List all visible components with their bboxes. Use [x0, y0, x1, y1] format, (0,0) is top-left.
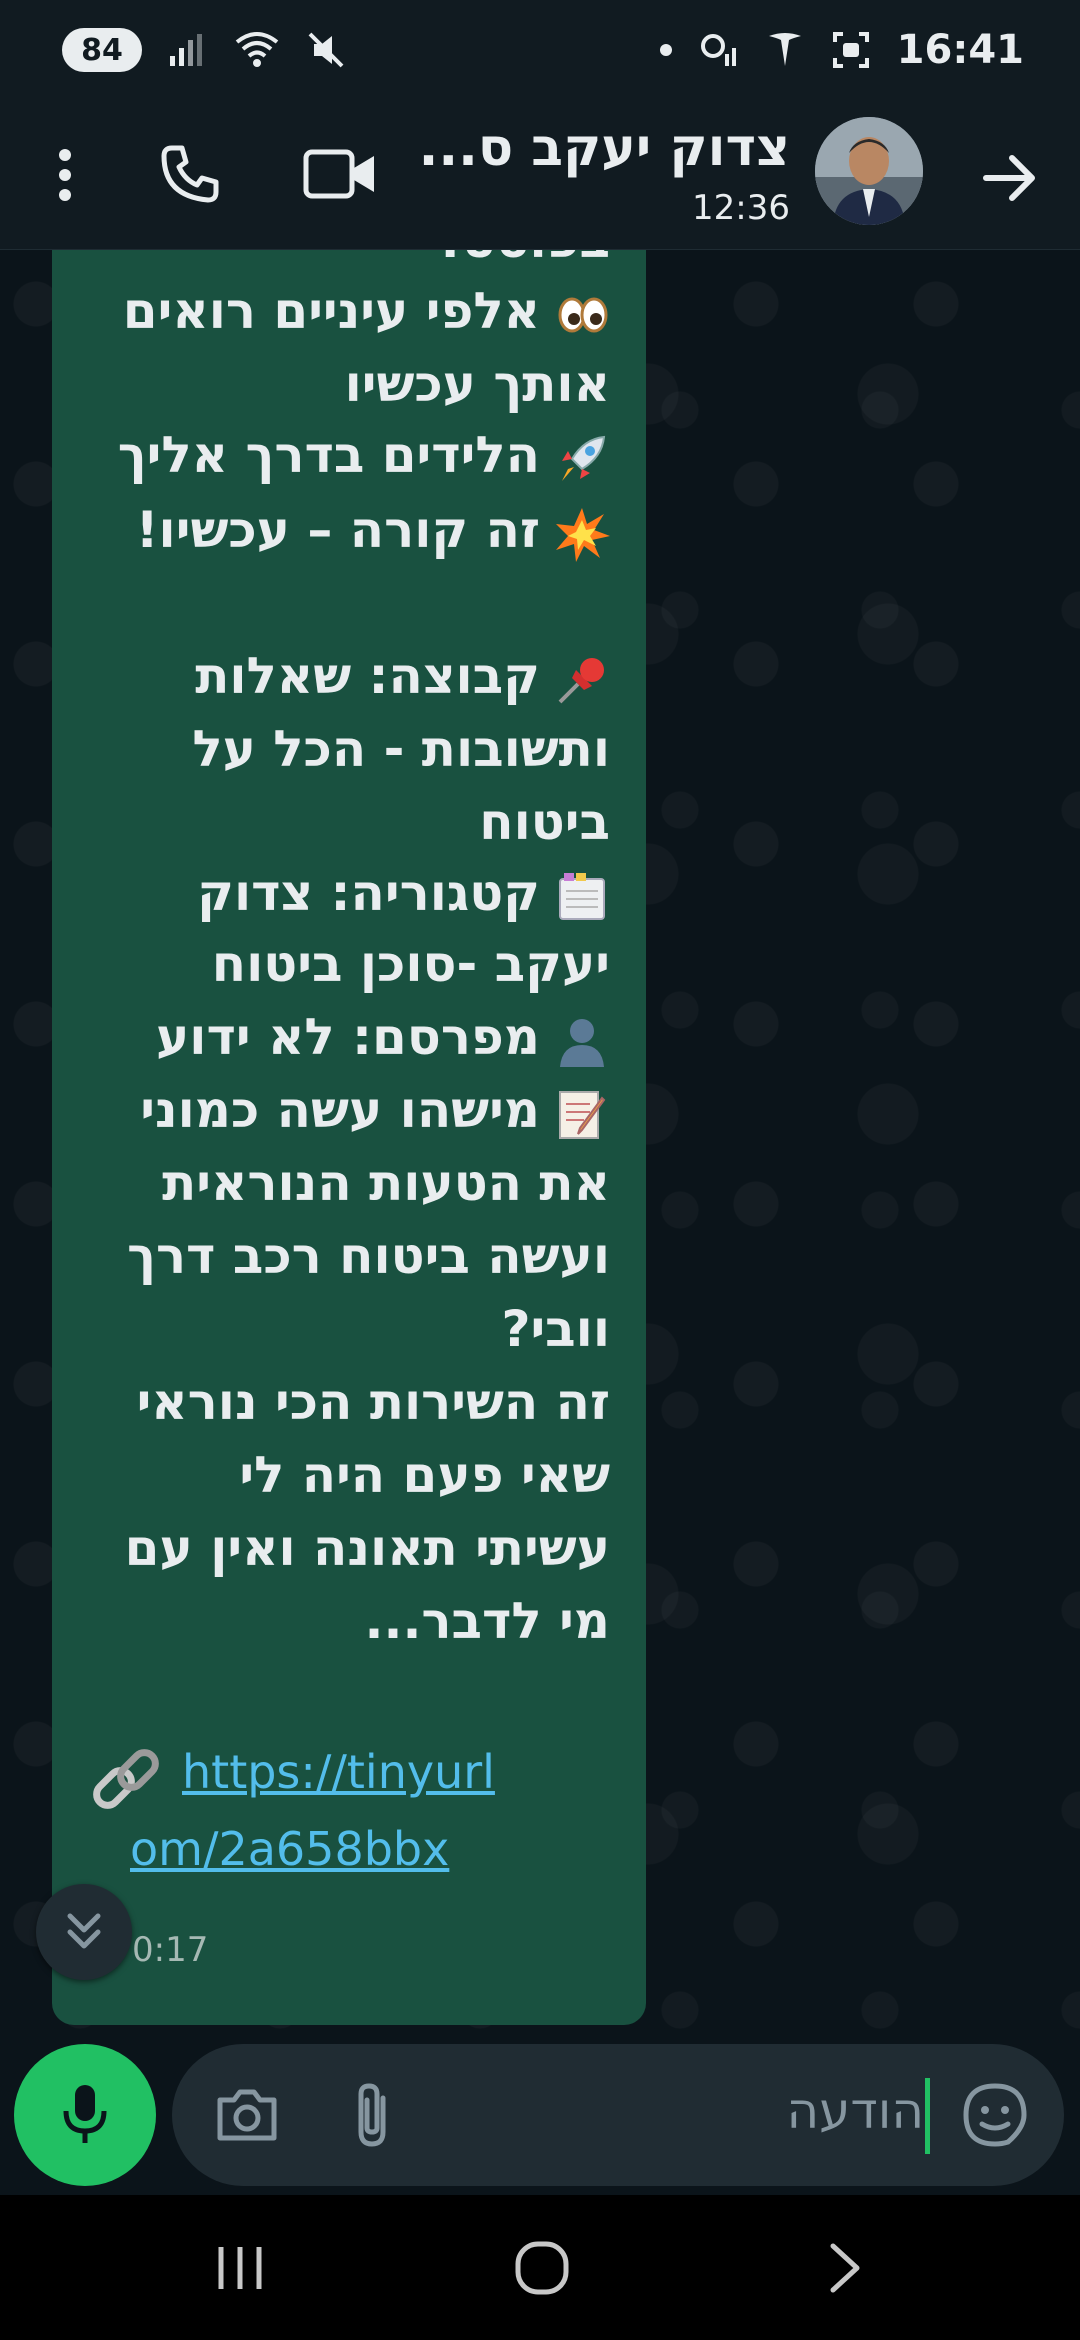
last-seen: 12:36	[692, 188, 790, 228]
message-line-text: שאי פעם היה לי	[239, 1446, 610, 1504]
avatar[interactable]	[815, 117, 923, 225]
eyes-emoji	[554, 287, 610, 343]
message-line: קבוצה: שאלות	[195, 640, 610, 712]
message-line: מישהו עשה כמוני	[140, 1074, 610, 1146]
home-button[interactable]	[502, 2233, 582, 2303]
silhouette-emoji	[554, 1013, 610, 1069]
message-line: וובי?	[501, 1293, 610, 1365]
system-navigation-bar	[0, 2195, 1080, 2340]
sticker-icon[interactable]	[960, 2080, 1030, 2150]
message-link-part2[interactable]: om/2a658bbx	[130, 1822, 449, 1876]
message-line-text: ותשובות - הכל על	[192, 720, 610, 778]
attach-icon[interactable]	[347, 2078, 397, 2152]
whatsapp-chat-screen: 84 16:41 צדוק יעקב ס... 12:36 אלפי עיניי…	[0, 0, 1080, 2340]
message-line-text: אותך עכשיו	[344, 355, 610, 413]
message-line: ועשה ביטוח רכב דרך	[127, 1220, 610, 1292]
rocket-emoji	[554, 431, 610, 487]
message-line-text: מי לדבר...	[364, 1592, 610, 1650]
call-signal-icon	[699, 30, 739, 70]
message-line: אותך עכשיו	[345, 348, 610, 420]
message-line: זה השירות הכי נוראי	[137, 1366, 610, 1438]
message-line: ביטוח	[479, 786, 610, 858]
message-line: בפוסט!	[439, 250, 610, 276]
status-bar: 84 16:41	[0, 0, 1080, 100]
message-line-text: וובי?	[501, 1300, 610, 1358]
message-time: 0:17	[132, 1930, 209, 1970]
chat-title[interactable]: צדוק יעקב ס... 12:36	[419, 118, 790, 228]
message-link-part1[interactable]: https://tinyurl	[182, 1745, 495, 1799]
message-line: את הטעות הנוראית	[162, 1147, 610, 1219]
message-bubble[interactable]: בפוסט! אלפי עיניים רואים אותך עכשיו הלידים …	[52, 250, 646, 2025]
message-line: זה קורה – עכשיו!	[136, 494, 610, 566]
pushpin-emoji	[554, 652, 610, 708]
message-line-text: מישהו עשה כמוני	[140, 1081, 540, 1139]
message-line: אלפי עיניים רואים	[123, 275, 610, 347]
mute-icon	[306, 30, 346, 70]
message-line-text: בפוסט!	[439, 250, 610, 269]
screenshot-icon	[831, 30, 871, 70]
message-line: עשיתי תאונה ואין עם	[125, 1512, 610, 1584]
message-line: הלידים בדרך אליך	[118, 419, 610, 491]
message-line-text: ביטוח	[479, 793, 610, 851]
chat-header: צדוק יעקב ס... 12:36	[0, 100, 1080, 250]
clock: 16:41	[896, 27, 1024, 73]
message-input[interactable]: הודעה	[172, 2044, 1064, 2186]
message-line-text: הלידים בדרך אליך	[117, 426, 540, 484]
message-line-text: זה השירות הכי נוראי	[136, 1373, 610, 1431]
voice-message-button[interactable]	[14, 2044, 156, 2186]
message-line: מפרסם: לא ידוע	[156, 1001, 610, 1073]
signal-icon	[168, 32, 208, 68]
status-left: 84	[62, 28, 346, 72]
recent-apps-button[interactable]	[200, 2233, 280, 2303]
camera-icon[interactable]	[212, 2080, 282, 2150]
message-line: יעקב -סוכן ביטוח	[212, 928, 610, 1000]
message-placeholder: הודעה	[786, 2082, 924, 2140]
message-line: מי לדבר...	[364, 1585, 610, 1657]
tesla-icon	[765, 30, 805, 70]
message-line-text: אלפי עיניים רואים	[122, 282, 540, 340]
back-arrow-icon[interactable]	[970, 138, 1050, 218]
message-line-text: קבוצה: שאלות	[195, 647, 540, 705]
contact-name[interactable]: צדוק יעקב ס...	[419, 118, 790, 178]
message-line-text: ועשה ביטוח רכב דרך	[127, 1227, 610, 1285]
message-line-text: קטגוריה: צדוק	[197, 864, 540, 922]
message-line: קטגוריה: צדוק	[197, 857, 610, 929]
message-line-text: עשיתי תאונה ואין עם	[124, 1519, 610, 1577]
text-cursor	[925, 2078, 930, 2154]
voice-call-icon[interactable]	[150, 134, 230, 214]
back-button[interactable]	[805, 2233, 885, 2303]
message-line-text: את הטעות הנוראית	[162, 1154, 610, 1212]
wifi-icon	[234, 30, 280, 70]
status-right: 16:41	[659, 27, 1024, 73]
message-line: ותשובות - הכל על	[192, 713, 610, 785]
card-index-emoji	[554, 869, 610, 925]
collision-emoji	[554, 506, 610, 562]
composer: הודעה	[0, 2040, 1080, 2195]
chat-area[interactable]: בפוסט! אלפי עיניים רואים אותך עכשיו הלידים …	[0, 250, 1080, 2040]
scroll-to-bottom-button[interactable]	[36, 1884, 132, 1980]
battery-indicator: 84	[62, 28, 142, 72]
video-call-icon[interactable]	[295, 134, 385, 214]
message-line: שאי פעם היה לי	[239, 1439, 610, 1511]
message-line-text: מפרסם: לא ידוע	[155, 1008, 540, 1066]
notification-dot-icon	[659, 43, 673, 57]
message-line-text: יעקב -סוכן ביטוח	[211, 935, 610, 993]
message-line-text: זה קורה – עכשיו!	[135, 501, 540, 559]
memo-emoji	[554, 1086, 610, 1142]
more-options-icon[interactable]	[40, 140, 90, 210]
link-emoji	[88, 1745, 164, 1821]
